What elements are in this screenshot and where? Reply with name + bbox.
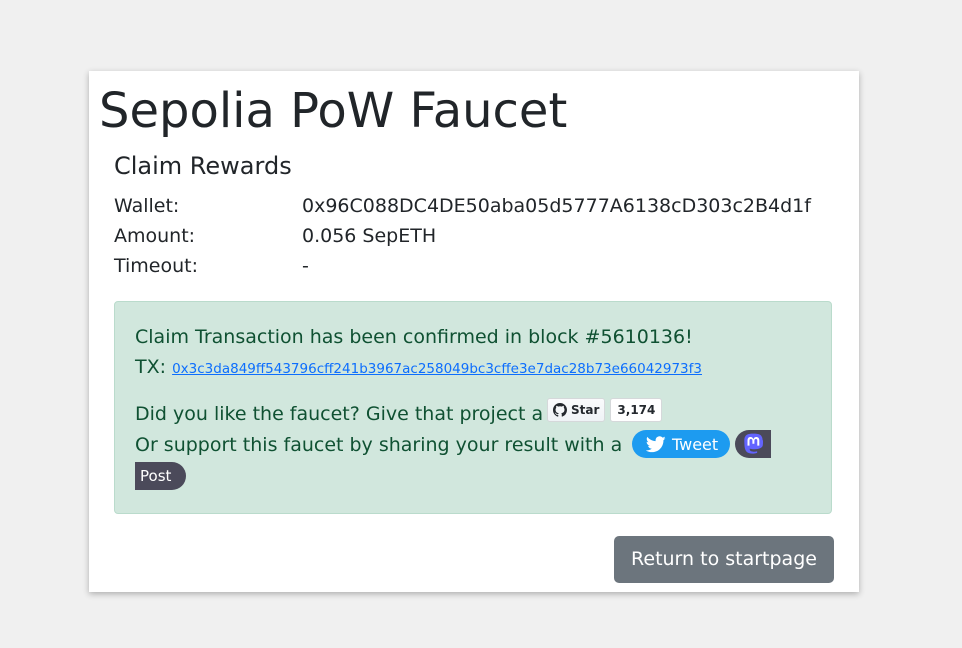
tx-label: TX: (135, 356, 167, 378)
github-star-button[interactable]: Star (547, 398, 606, 422)
timeout-label: Timeout: (114, 255, 199, 277)
tweet-label: Tweet (672, 434, 719, 454)
github-star-widget: Star 3,174 (547, 398, 663, 422)
wallet-value: 0x96C088DC4DE50aba05d5777A6138cD303c2B4d… (302, 195, 811, 217)
faucet-card: Sepolia PoW Faucet Claim Rewards Wallet:… (89, 71, 859, 592)
mastodon-post-button[interactable]: Post (135, 462, 186, 490)
github-icon (553, 403, 567, 417)
amount-value: 0.056 SepETH (302, 225, 437, 247)
mastodon-icon (744, 433, 763, 454)
confirmation-message: Claim Transaction has been confirmed in … (135, 326, 693, 348)
page-title: Sepolia PoW Faucet (99, 83, 568, 139)
success-alert: Claim Transaction has been confirmed in … (114, 301, 832, 514)
amount-label: Amount: (114, 225, 196, 247)
github-star-count[interactable]: 3,174 (610, 398, 663, 422)
like-message: Did you like the faucet? Give that proje… (135, 403, 544, 425)
share-message: Or support this faucet by sharing your r… (135, 434, 623, 456)
twitter-bird-icon (646, 435, 666, 452)
return-to-startpage-button[interactable]: Return to startpage (614, 536, 834, 583)
timeout-value: - (302, 255, 309, 277)
tx-hash-link[interactable]: 0x3c3da849ff543796cff241b3967ac258049bc3… (172, 361, 702, 377)
tweet-button[interactable]: Tweet (632, 430, 730, 458)
github-star-label: Star (571, 403, 600, 417)
wallet-label: Wallet: (114, 195, 180, 217)
tx-line: TX: 0x3c3da849ff543796cff241b3967ac25804… (135, 352, 702, 384)
section-title: Claim Rewards (114, 152, 292, 180)
mastodon-share-button[interactable] (735, 430, 771, 458)
